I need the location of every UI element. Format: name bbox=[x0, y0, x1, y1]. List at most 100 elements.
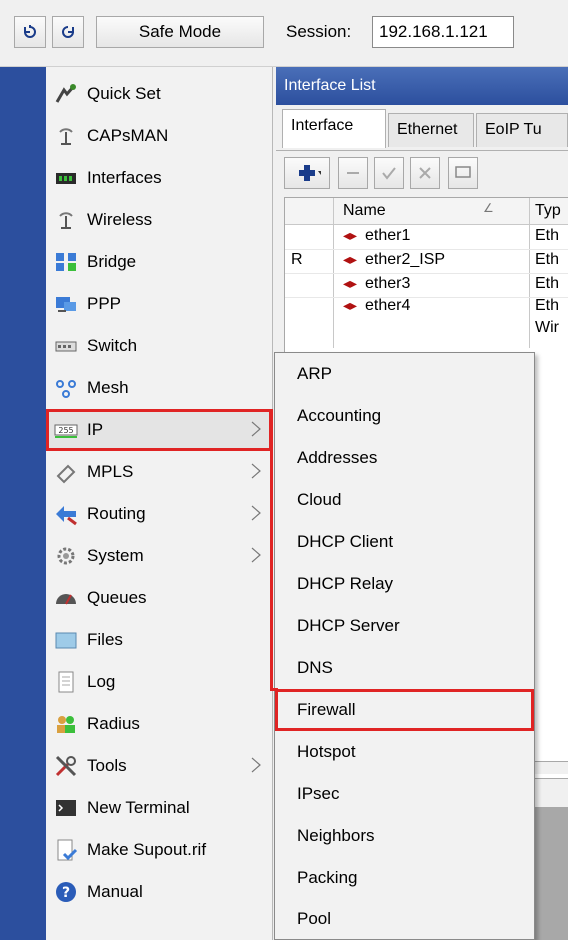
submenu-arrow-icon bbox=[251, 505, 261, 521]
plus-icon bbox=[299, 165, 321, 181]
table-row[interactable]: ◂▸ ether1 Eth bbox=[285, 225, 568, 250]
row-name: ether4 bbox=[365, 297, 411, 311]
check-icon bbox=[382, 167, 396, 180]
sidebar-item-log[interactable]: Log bbox=[46, 661, 272, 703]
sidebar-item-label: Routing bbox=[87, 504, 146, 523]
sidebar-item-interfaces[interactable]: Interfaces bbox=[46, 157, 272, 199]
menu-item-addresses[interactable]: Addresses bbox=[275, 437, 534, 479]
sidebar-item-label: Switch bbox=[87, 336, 138, 355]
submenu-arrow-icon bbox=[251, 757, 261, 773]
sidebar-item-label: PPP bbox=[87, 294, 122, 313]
tab-interface[interactable]: Interface bbox=[282, 109, 386, 148]
sidebar-item-label: Tools bbox=[87, 756, 127, 775]
main-sidebar: Quick Set CAPsMAN Interfaces Wireless Br… bbox=[46, 67, 273, 940]
undo-icon bbox=[24, 25, 36, 38]
switch-icon bbox=[53, 333, 79, 359]
sidebar-item-capsman[interactable]: CAPsMAN bbox=[46, 115, 272, 157]
sidebar-item-wireless[interactable]: Wireless bbox=[46, 199, 272, 241]
window-title: Interface List bbox=[276, 67, 568, 105]
undo-button[interactable] bbox=[14, 16, 46, 48]
sidebar-item-routing[interactable]: Routing bbox=[46, 493, 272, 535]
sidebar-item-bridge[interactable]: Bridge bbox=[46, 241, 272, 283]
menu-item-arp[interactable]: ARP bbox=[275, 353, 534, 395]
row-name: ether3 bbox=[365, 275, 411, 292]
sidebar-item-label: Queues bbox=[87, 588, 147, 607]
row-flag: R bbox=[291, 251, 303, 268]
table-row[interactable]: R ◂▸ ether2_ISP Eth bbox=[285, 249, 568, 274]
sidebar-item-make-supout[interactable]: Make Supout.rif bbox=[46, 829, 272, 871]
add-button[interactable] bbox=[284, 157, 330, 189]
menu-item-packing[interactable]: Packing bbox=[275, 857, 534, 899]
sidebar-item-label: Interfaces bbox=[87, 168, 162, 187]
sidebar-item-quick-set[interactable]: Quick Set bbox=[46, 73, 272, 115]
table-header: Name ∠ Typ bbox=[285, 198, 568, 225]
menu-item-neighbors[interactable]: Neighbors bbox=[275, 815, 534, 857]
table-row[interactable]: ◂▸ ether4 Eth bbox=[285, 297, 568, 311]
table-row[interactable]: ◂▸ ether3 Eth bbox=[285, 273, 568, 298]
row-name: ether2_ISP bbox=[365, 251, 446, 268]
menu-item-dns[interactable]: DNS bbox=[275, 647, 534, 689]
sidebar-strip bbox=[0, 67, 46, 940]
sidebar-item-label: Bridge bbox=[87, 252, 137, 271]
top-toolbar: Safe Mode Session: 192.168.1.121 bbox=[0, 0, 568, 67]
redo-button[interactable] bbox=[52, 16, 84, 48]
menu-item-accounting[interactable]: Accounting bbox=[275, 395, 534, 437]
session-label: Session: bbox=[286, 22, 352, 41]
menu-item-hotspot[interactable]: Hotspot bbox=[275, 731, 534, 773]
session-field[interactable]: 192.168.1.121 bbox=[372, 16, 514, 48]
submenu-arrow-icon bbox=[251, 547, 261, 563]
enable-button[interactable] bbox=[374, 157, 404, 189]
svg-text:255: 255 bbox=[58, 426, 73, 435]
sidebar-item-ppp[interactable]: PPP bbox=[46, 283, 272, 325]
menu-item-cloud[interactable]: Cloud bbox=[275, 479, 534, 521]
sidebar-item-queues[interactable]: Queues bbox=[46, 577, 272, 619]
tab-ethernet[interactable]: Ethernet bbox=[388, 113, 474, 147]
bridge-icon bbox=[53, 249, 79, 275]
sidebar-item-radius[interactable]: Radius bbox=[46, 703, 272, 745]
row-type: Wir bbox=[535, 319, 559, 336]
log-icon bbox=[53, 669, 79, 695]
sidebar-item-tools[interactable]: Tools bbox=[46, 745, 272, 787]
tools-icon bbox=[53, 753, 79, 779]
mpls-icon bbox=[53, 459, 79, 485]
sidebar-item-label: MPLS bbox=[87, 462, 134, 481]
sidebar-item-label: System bbox=[87, 546, 144, 565]
minus-icon bbox=[347, 172, 359, 174]
row-type: Eth bbox=[535, 297, 560, 311]
sidebar-item-switch[interactable]: Switch bbox=[46, 325, 272, 367]
menu-item-ipsec[interactable]: IPsec bbox=[275, 773, 534, 815]
disable-button[interactable] bbox=[410, 157, 440, 189]
sidebar-item-label: Radius bbox=[87, 714, 140, 733]
tab-eoip-tunnel[interactable]: EoIP Tu bbox=[476, 113, 568, 147]
sidebar-item-files[interactable]: Files bbox=[46, 619, 272, 661]
comment-button[interactable] bbox=[448, 157, 478, 189]
ip-submenu: ARP Accounting Addresses Cloud DHCP Clie… bbox=[274, 352, 535, 940]
interface-icon: ◂▸ bbox=[343, 251, 358, 267]
column-header-name[interactable]: Name bbox=[343, 202, 386, 220]
row-name: ether1 bbox=[365, 227, 411, 244]
cross-icon bbox=[419, 167, 431, 179]
redo-icon bbox=[62, 26, 74, 38]
interface-icon: ◂▸ bbox=[343, 297, 358, 311]
safe-mode-button[interactable]: Safe Mode bbox=[96, 16, 264, 48]
menu-item-dhcp-relay[interactable]: DHCP Relay bbox=[275, 563, 534, 605]
row-type: Eth bbox=[535, 227, 560, 244]
menu-item-dhcp-server[interactable]: DHCP Server bbox=[275, 605, 534, 647]
sidebar-item-system[interactable]: System bbox=[46, 535, 272, 577]
column-header-type[interactable]: Typ bbox=[535, 202, 561, 220]
sidebar-item-mesh[interactable]: Mesh bbox=[46, 367, 272, 409]
sidebar-item-new-terminal[interactable]: New Terminal bbox=[46, 787, 272, 829]
menu-item-dhcp-client[interactable]: DHCP Client bbox=[275, 521, 534, 563]
menu-item-firewall[interactable]: Firewall bbox=[275, 689, 534, 731]
sidebar-item-mpls[interactable]: MPLS bbox=[46, 451, 272, 493]
sort-indicator-icon: ∠ bbox=[483, 201, 494, 215]
row-type: Eth bbox=[535, 251, 560, 268]
menu-item-pool[interactable]: Pool bbox=[275, 899, 534, 939]
sidebar-item-label: New Terminal bbox=[87, 798, 190, 817]
sidebar-item-ip[interactable]: 255 IP bbox=[46, 409, 272, 451]
antenna-icon bbox=[53, 207, 79, 233]
sidebar-item-manual[interactable]: ? Manual bbox=[46, 871, 272, 913]
table-row[interactable]: Wir bbox=[285, 317, 568, 341]
remove-button[interactable] bbox=[338, 157, 368, 189]
sidebar-item-label: IP bbox=[87, 420, 104, 439]
